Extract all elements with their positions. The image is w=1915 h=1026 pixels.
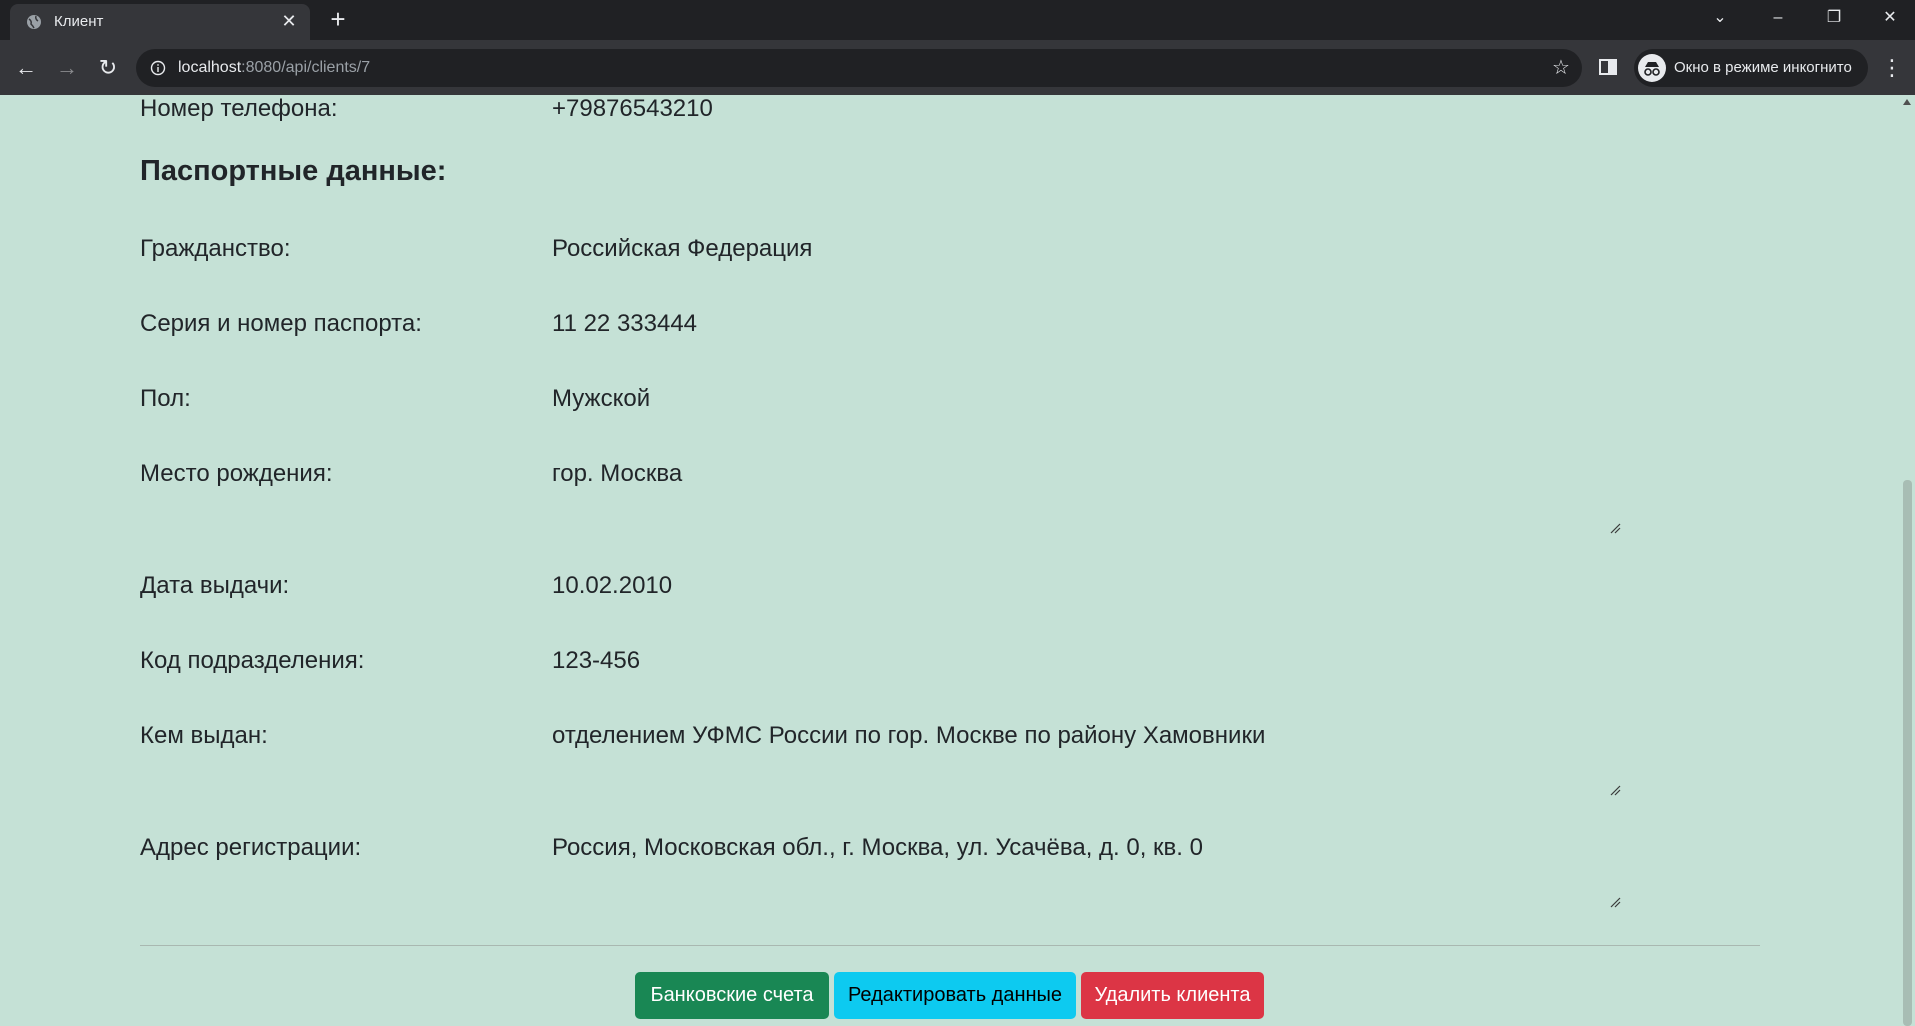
scroll-up-arrow-icon[interactable] xyxy=(1903,99,1911,105)
globe-icon xyxy=(27,15,41,29)
issue-date-label: Дата выдачи: xyxy=(140,572,290,599)
incognito-indicator[interactable]: Окно в режиме инкогнито xyxy=(1634,49,1868,87)
url-host: localhost xyxy=(178,59,242,76)
bank-accounts-button[interactable]: Банковские счета xyxy=(635,972,829,1019)
gender-label: Пол: xyxy=(140,385,191,412)
minimize-icon[interactable]: – xyxy=(1750,0,1806,36)
divider xyxy=(140,945,1760,946)
passport-heading: Паспортные данные: xyxy=(140,155,447,187)
url-path: :8080/api/clients/7 xyxy=(241,59,371,76)
division-code-value: 123-456 xyxy=(552,647,641,674)
address-bar[interactable]: localhost:8080/api/clients/7 ☆ xyxy=(136,49,1582,87)
browser-toolbar: ← → ↻ localhost:8080/api/clients/7 ☆ Окн… xyxy=(0,40,1915,95)
citizenship-value: Российская Федерация xyxy=(552,235,813,262)
birthplace-value[interactable]: гор. Москва xyxy=(552,460,682,488)
issue-date-value: 10.02.2010 xyxy=(552,572,673,599)
passport-number-value: 11 22 333444 xyxy=(552,310,698,337)
side-panel-icon[interactable] xyxy=(1598,57,1618,77)
page-scrollbar[interactable] xyxy=(1900,95,1915,1026)
back-icon[interactable]: ← xyxy=(12,54,40,82)
incognito-icon xyxy=(1638,54,1666,82)
issued-by-label: Кем выдан: xyxy=(140,722,268,749)
browser-tab[interactable]: Клиент ✕ xyxy=(10,4,310,40)
scrollbar-thumb[interactable] xyxy=(1903,480,1912,1026)
new-tab-icon[interactable]: + xyxy=(324,6,352,34)
tab-search-icon[interactable]: ⌄ xyxy=(1692,0,1748,36)
division-code-label: Код подразделения: xyxy=(140,647,365,674)
incognito-label: Окно в режиме инкогнито xyxy=(1674,59,1852,76)
citizenship-label: Гражданство: xyxy=(140,235,291,262)
tab-title: Клиент xyxy=(54,13,104,30)
tab-strip: Клиент ✕ + ⌄ – ❐ ✕ xyxy=(0,0,1915,40)
edit-client-button[interactable]: Редактировать данные xyxy=(834,972,1076,1019)
phone-value: +79876543210 xyxy=(552,95,713,122)
url-text: localhost:8080/api/clients/7 xyxy=(178,59,370,77)
window-close-icon[interactable]: ✕ xyxy=(1862,0,1915,36)
registration-address-label: Адрес регистрации: xyxy=(140,834,362,861)
page-content: Номер телефона: +79876543210 Паспортные … xyxy=(0,95,1900,1026)
delete-client-button[interactable]: Удалить клиента xyxy=(1081,972,1264,1019)
issued-by-resize-handle[interactable] xyxy=(1610,785,1621,796)
restore-icon[interactable]: ❐ xyxy=(1806,0,1862,36)
forward-icon[interactable]: → xyxy=(53,54,81,82)
reload-icon[interactable]: ↻ xyxy=(94,54,122,82)
close-tab-icon[interactable]: ✕ xyxy=(278,10,300,32)
registration-address-resize-handle[interactable] xyxy=(1610,897,1621,908)
birthplace-resize-handle[interactable] xyxy=(1610,523,1621,534)
bookmark-star-icon[interactable]: ☆ xyxy=(1550,57,1572,79)
passport-number-label: Серия и номер паспорта: xyxy=(140,310,422,337)
issued-by-value[interactable]: отделением УФМС России по гор. Москве по… xyxy=(552,722,1265,750)
phone-label: Номер телефона: xyxy=(140,95,338,122)
birthplace-label: Место рождения: xyxy=(140,460,333,487)
gender-value: Мужской xyxy=(552,385,651,412)
registration-address-value[interactable]: Россия, Московская обл., г. Москва, ул. … xyxy=(552,834,1203,862)
menu-icon[interactable]: ⋮ xyxy=(1880,54,1904,82)
info-icon[interactable] xyxy=(150,60,166,76)
